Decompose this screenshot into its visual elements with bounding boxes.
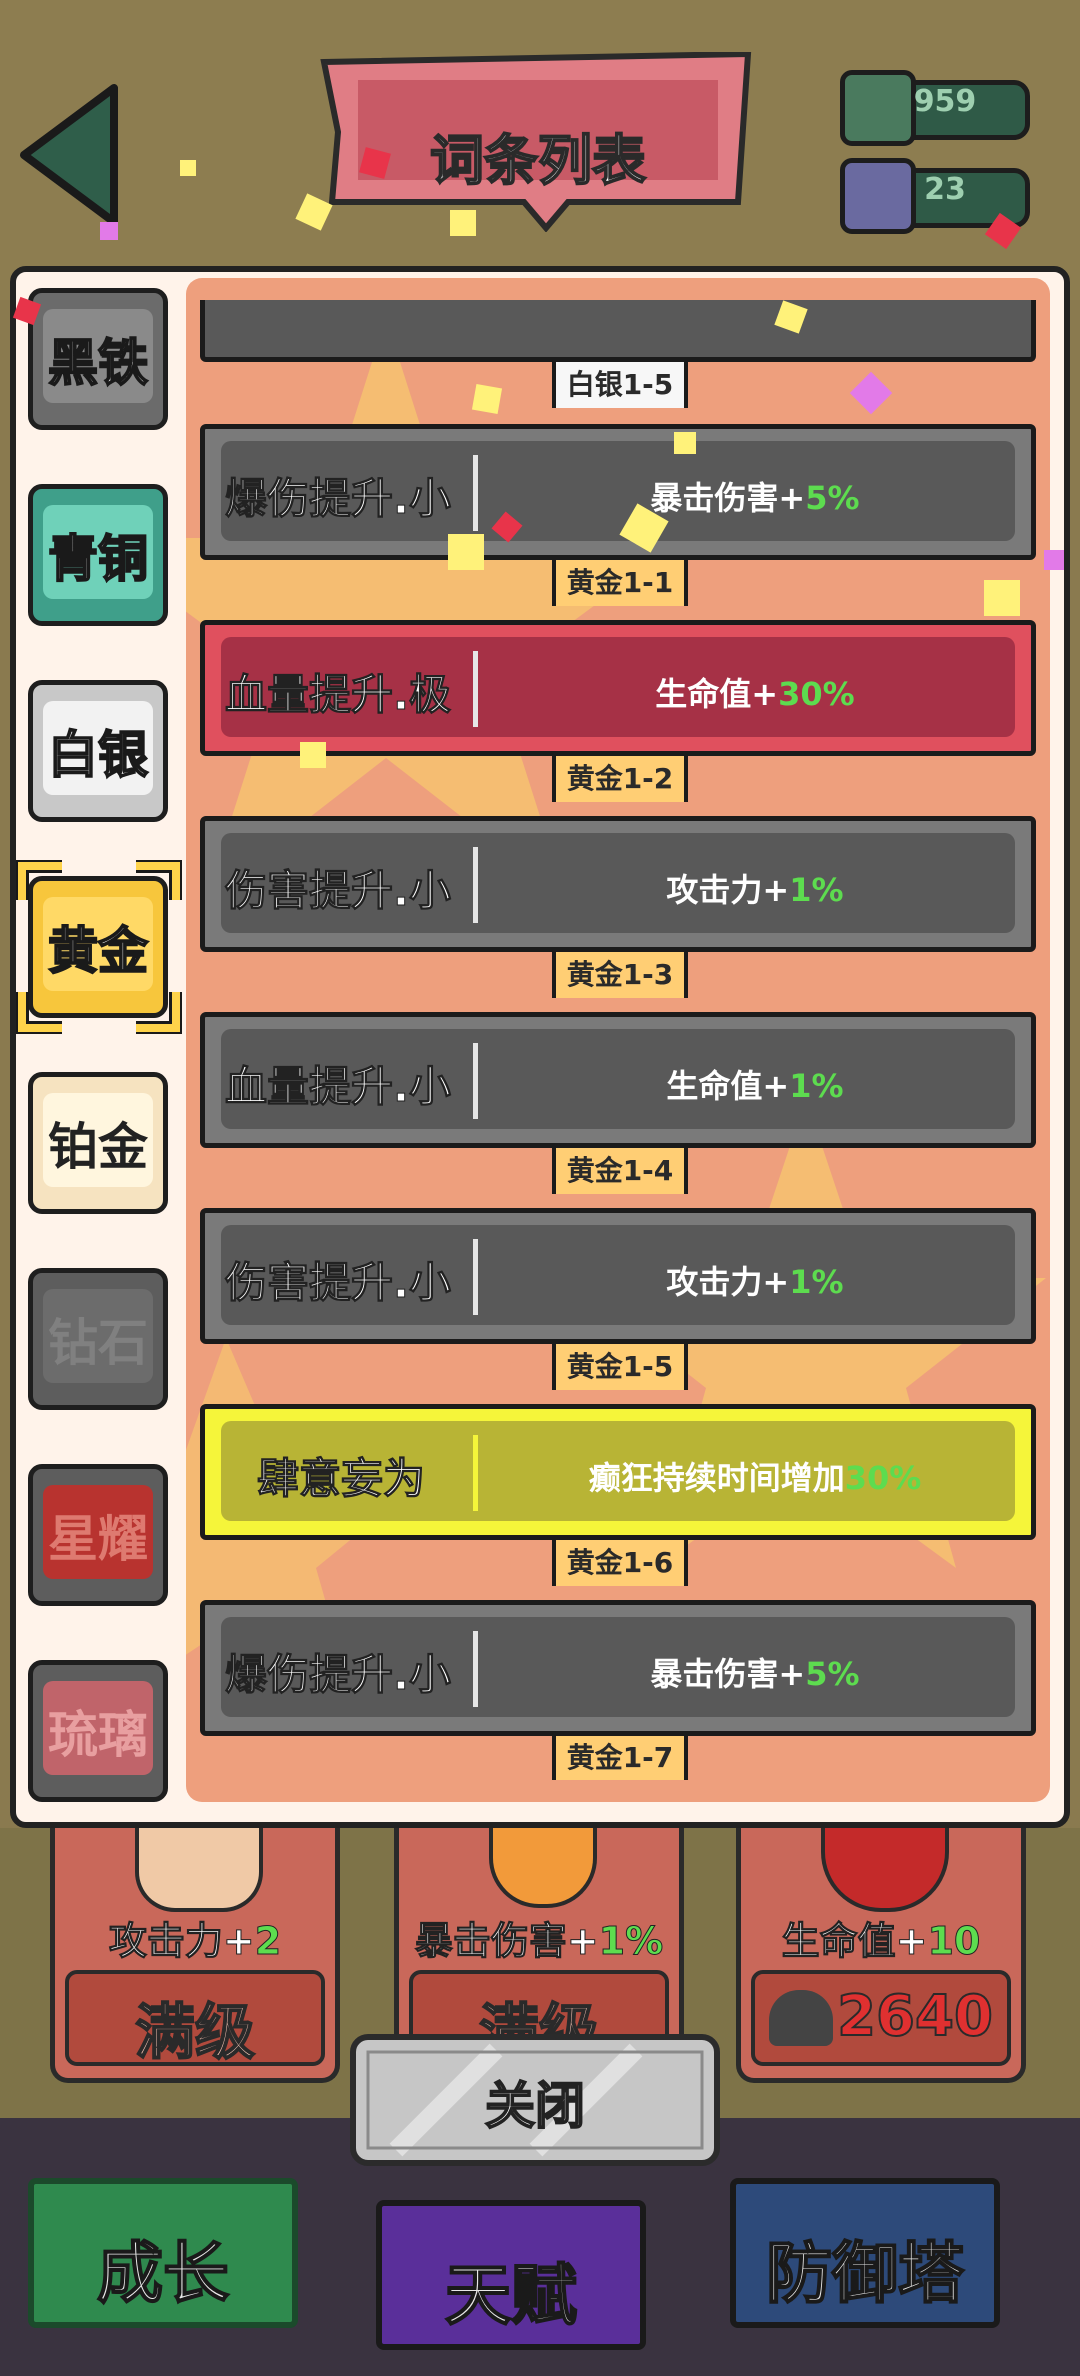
entry-tag: 黄金1-4: [552, 1148, 688, 1194]
confetti: [180, 160, 196, 176]
affix-entry[interactable]: 肆意妄为 癫狂持续时间增加30%: [200, 1404, 1036, 1540]
heart-icon: [821, 1828, 949, 1912]
entry-tag: 黄金1-3: [552, 952, 688, 998]
upgrade-card-hp[interactable]: 生命值+10 2640: [736, 1828, 1026, 2083]
entry-tag: 白银1-5: [552, 362, 688, 408]
resource-ore: 959: [830, 70, 1030, 146]
tier-tab-star[interactable]: 星耀: [28, 1464, 168, 1606]
resource-crystal: 23: [830, 158, 1030, 234]
confetti: [450, 210, 476, 236]
nav-talent[interactable]: 天赋: [376, 2200, 646, 2350]
tier-tab-diamond[interactable]: 钻石: [28, 1268, 168, 1410]
confetti: [984, 580, 1020, 616]
entry-tag: 黄金1-2: [552, 756, 688, 802]
entry-tag: 黄金1-1: [552, 560, 688, 606]
confetti: [471, 383, 503, 415]
affix-entry[interactable]: 伤害提升.小 攻击力+1%: [200, 816, 1036, 952]
confetti: [100, 222, 118, 240]
upgrade-card-attack[interactable]: 攻击力+2 满级: [50, 1828, 340, 2083]
affix-entry[interactable]: 血量提升.小 生命值+1%: [200, 1012, 1036, 1148]
confetti: [674, 432, 696, 454]
affix-entry[interactable]: 爆伤提升.小 暴击伤害+5%: [200, 1600, 1036, 1736]
entry-tag: 黄金1-6: [552, 1540, 688, 1586]
tier-tab-platinum[interactable]: 铂金: [28, 1072, 168, 1214]
back-arrow-icon[interactable]: [14, 80, 124, 230]
selected-tier-frame: [16, 860, 182, 1034]
confetti: [1044, 550, 1064, 570]
nav-tower[interactable]: 防御塔: [730, 2178, 1000, 2328]
explosion-icon: [489, 1828, 597, 1908]
tier-tab-silver[interactable]: 白银: [28, 680, 168, 822]
entry-tag: 黄金1-5: [552, 1344, 688, 1390]
fist-icon: [135, 1828, 263, 1912]
tier-tab-glaze[interactable]: 琉璃: [28, 1660, 168, 1802]
affix-entry[interactable]: 伤害提升.小 攻击力+1%: [200, 1208, 1036, 1344]
tier-tab-iron[interactable]: 黑铁: [28, 288, 168, 430]
confetti: [448, 534, 484, 570]
nav-growth[interactable]: 成长: [28, 2178, 298, 2328]
close-button[interactable]: 关闭: [350, 2034, 720, 2166]
entry-tag: 黄金1-7: [552, 1736, 688, 1780]
affix-entry[interactable]: 爆伤提升.小 暴击伤害+5%: [200, 424, 1036, 560]
tier-tab-bronze[interactable]: 青铜: [28, 484, 168, 626]
confetti: [300, 742, 326, 768]
partial-entry: [200, 300, 1036, 362]
affix-entry[interactable]: 血量提升.极 生命值+30%: [200, 620, 1036, 756]
